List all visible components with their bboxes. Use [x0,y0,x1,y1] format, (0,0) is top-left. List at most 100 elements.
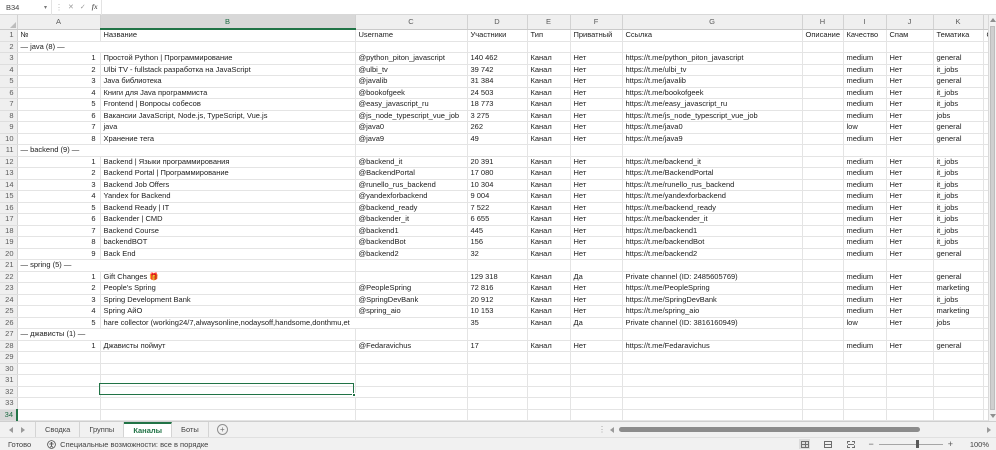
cell[interactable]: https://t.me/java0 [622,122,802,134]
cell[interactable]: general [933,122,983,134]
cell[interactable]: general [933,76,983,88]
row-header-2[interactable]: 2 [0,41,17,53]
cell[interactable] [933,398,983,410]
cell[interactable]: Нет [570,191,622,203]
cell[interactable] [802,110,843,122]
cell[interactable]: https://t.me/bookofgeek [622,87,802,99]
cell[interactable]: @easy_javascript_ru [355,99,467,111]
cell[interactable]: Канал [527,202,570,214]
cell[interactable]: medium [843,225,886,237]
cell[interactable]: it_jobs [933,64,983,76]
cell[interactable]: low [843,122,886,134]
cell[interactable]: Backend Course [100,225,355,237]
cell[interactable]: low [843,317,886,329]
cell[interactable]: Канал [527,225,570,237]
cell[interactable]: 5 [17,202,100,214]
cell[interactable]: Нет [886,122,933,134]
cell[interactable]: Джависты поймут [100,340,355,352]
cell[interactable]: Нет [570,156,622,168]
cell[interactable]: Нет [886,317,933,329]
formula-bar-resize-handle[interactable]: ⋮ [52,3,65,12]
row-header-8[interactable]: 8 [0,110,17,122]
row-header-32[interactable]: 32 [0,386,17,398]
cell[interactable] [527,409,570,421]
row-header-14[interactable]: 14 [0,179,17,191]
cell[interactable]: Качество [843,29,886,41]
cell[interactable] [802,237,843,249]
cell[interactable] [17,375,100,387]
cell[interactable]: general [933,133,983,145]
cell[interactable]: Вакансии JavaScript, Node.js, TypeScript… [100,110,355,122]
group-label[interactable]: — java (8) — [17,41,355,53]
cell[interactable]: Username [355,29,467,41]
vertical-scrollbar[interactable] [988,15,996,421]
cell[interactable] [17,398,100,410]
row-header-34[interactable]: 34 [0,409,17,421]
col-header-C[interactable]: C [355,15,467,29]
cell[interactable]: Private channel (ID: 2485605769) [622,271,802,283]
cell[interactable]: Yandex for Backend [100,191,355,203]
cell[interactable] [802,76,843,88]
row-header-29[interactable]: 29 [0,352,17,364]
cell[interactable]: Канал [527,317,570,329]
cell[interactable]: medium [843,191,886,203]
cell[interactable]: Простой Python | Программирование [100,53,355,65]
col-header-J[interactable]: J [886,15,933,29]
scroll-up-icon[interactable] [990,18,996,22]
sheet-tab-каналы[interactable]: Каналы [124,422,172,437]
cell[interactable]: 4 [17,191,100,203]
cell[interactable]: 20 391 [467,156,527,168]
cell[interactable] [527,145,570,157]
cell[interactable]: https://t.me/easy_javascript_ru [622,99,802,111]
cell[interactable]: @PeopleSpring [355,283,467,295]
row-header-21[interactable]: 21 [0,260,17,272]
cell[interactable]: Нет [886,133,933,145]
cell[interactable]: medium [843,64,886,76]
cell[interactable] [355,409,467,421]
cell[interactable] [843,386,886,398]
cell[interactable]: Нет [570,283,622,295]
cell[interactable]: @runello_rus_backend [355,179,467,191]
cell[interactable]: 7 522 [467,202,527,214]
cell[interactable]: Ссылка [622,29,802,41]
cell[interactable] [467,352,527,364]
cell[interactable] [467,375,527,387]
sheet-tab-сводка[interactable]: Сводка [35,422,80,437]
cell[interactable] [802,41,843,53]
cell[interactable]: @SpringDevBank [355,294,467,306]
cell[interactable]: 8 [17,133,100,145]
cell[interactable]: 3 [17,294,100,306]
cell[interactable]: medium [843,294,886,306]
cell[interactable]: 35 [467,317,527,329]
cell[interactable]: 20 912 [467,294,527,306]
row-header-19[interactable]: 19 [0,237,17,249]
cell[interactable]: Нет [570,214,622,226]
cell[interactable]: @backend_ready [355,202,467,214]
cell[interactable]: 6 [17,214,100,226]
cell[interactable] [843,421,886,422]
cell[interactable]: general [933,53,983,65]
cell[interactable]: Нет [886,110,933,122]
cell[interactable] [933,363,983,375]
cell[interactable]: Нет [570,122,622,134]
cell[interactable] [802,306,843,318]
cell[interactable] [17,409,100,421]
cell[interactable] [355,260,467,272]
col-header-K[interactable]: K [933,15,983,29]
cell[interactable] [355,363,467,375]
cell[interactable]: Участники [467,29,527,41]
cell[interactable] [843,260,886,272]
accessibility-status[interactable]: Специальные возможности: все в порядке [47,440,208,449]
cell[interactable]: Описание [802,29,843,41]
cell[interactable]: @ulbi_tv [355,64,467,76]
cell[interactable]: @backend_it [355,156,467,168]
cell[interactable]: medium [843,53,886,65]
cell[interactable] [802,87,843,99]
cell[interactable] [933,386,983,398]
cell[interactable]: 4 [17,306,100,318]
cell[interactable]: Нет [886,156,933,168]
cell[interactable] [570,352,622,364]
cell[interactable] [886,145,933,157]
cell[interactable] [802,386,843,398]
cell[interactable] [467,421,527,422]
